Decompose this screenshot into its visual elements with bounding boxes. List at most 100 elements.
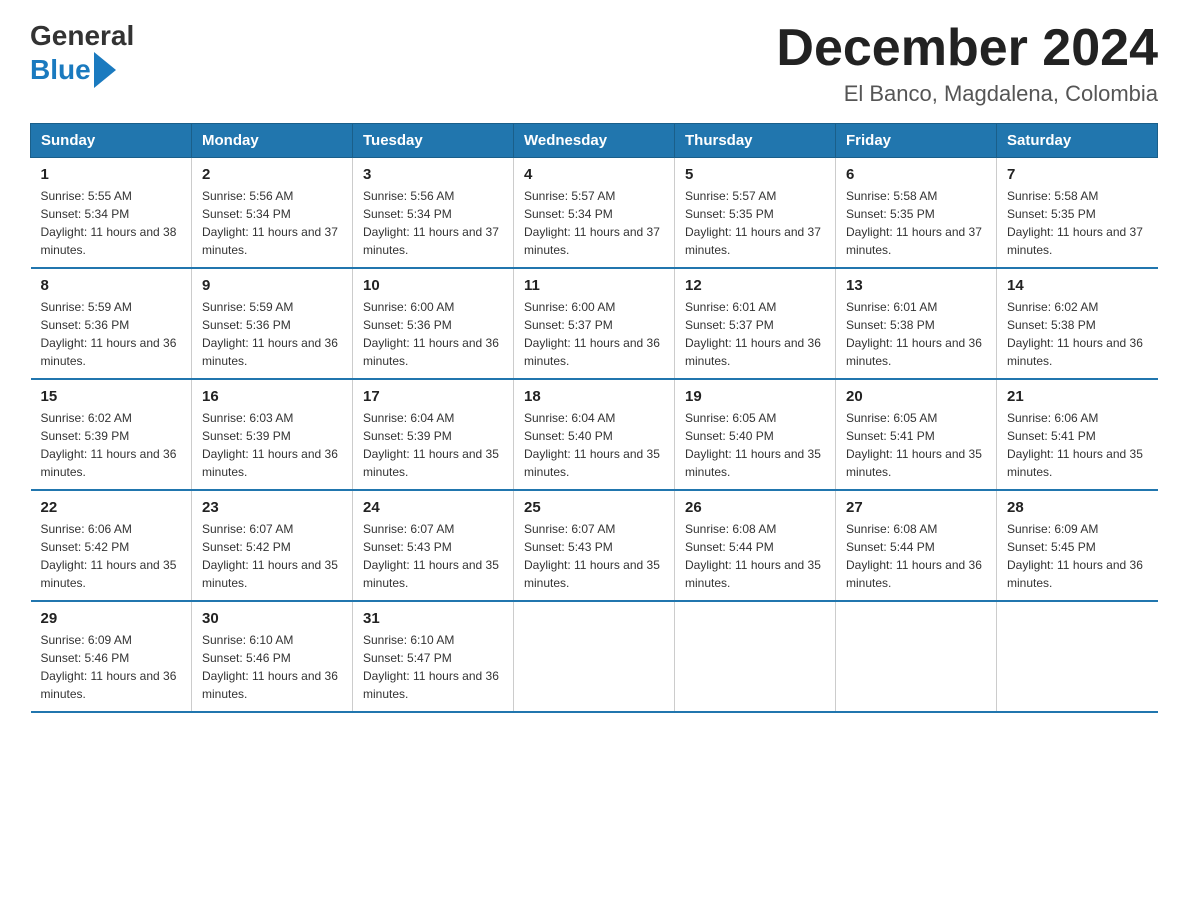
day-info: Sunrise: 6:02 AMSunset: 5:39 PMDaylight:… <box>41 409 182 481</box>
table-row: 9 Sunrise: 5:59 AMSunset: 5:36 PMDayligh… <box>192 268 353 379</box>
day-number: 7 <box>1007 166 1148 183</box>
day-info: Sunrise: 5:58 AMSunset: 5:35 PMDaylight:… <box>1007 187 1148 259</box>
header-thursday: Thursday <box>675 124 836 158</box>
calendar-week-row: 1 Sunrise: 5:55 AMSunset: 5:34 PMDayligh… <box>31 158 1158 269</box>
day-number: 2 <box>202 166 342 183</box>
table-row: 12 Sunrise: 6:01 AMSunset: 5:37 PMDaylig… <box>675 268 836 379</box>
day-info: Sunrise: 6:09 AMSunset: 5:45 PMDaylight:… <box>1007 520 1148 592</box>
day-info: Sunrise: 5:57 AMSunset: 5:35 PMDaylight:… <box>685 187 825 259</box>
day-number: 1 <box>41 166 182 183</box>
table-row: 26 Sunrise: 6:08 AMSunset: 5:44 PMDaylig… <box>675 490 836 601</box>
header-sunday: Sunday <box>31 124 192 158</box>
day-number: 26 <box>685 499 825 516</box>
table-row: 11 Sunrise: 6:00 AMSunset: 5:37 PMDaylig… <box>514 268 675 379</box>
day-info: Sunrise: 6:03 AMSunset: 5:39 PMDaylight:… <box>202 409 342 481</box>
table-row <box>675 601 836 712</box>
table-row: 4 Sunrise: 5:57 AMSunset: 5:34 PMDayligh… <box>514 158 675 269</box>
table-row <box>836 601 997 712</box>
day-info: Sunrise: 6:01 AMSunset: 5:38 PMDaylight:… <box>846 298 986 370</box>
table-row: 22 Sunrise: 6:06 AMSunset: 5:42 PMDaylig… <box>31 490 192 601</box>
day-info: Sunrise: 5:59 AMSunset: 5:36 PMDaylight:… <box>41 298 182 370</box>
day-info: Sunrise: 6:04 AMSunset: 5:39 PMDaylight:… <box>363 409 503 481</box>
day-number: 16 <box>202 388 342 405</box>
day-info: Sunrise: 6:07 AMSunset: 5:43 PMDaylight:… <box>363 520 503 592</box>
day-number: 20 <box>846 388 986 405</box>
day-number: 5 <box>685 166 825 183</box>
day-number: 14 <box>1007 277 1148 294</box>
table-row: 19 Sunrise: 6:05 AMSunset: 5:40 PMDaylig… <box>675 379 836 490</box>
logo-triangle-icon <box>94 52 116 88</box>
day-info: Sunrise: 6:02 AMSunset: 5:38 PMDaylight:… <box>1007 298 1148 370</box>
day-info: Sunrise: 6:08 AMSunset: 5:44 PMDaylight:… <box>685 520 825 592</box>
table-row <box>514 601 675 712</box>
table-row: 14 Sunrise: 6:02 AMSunset: 5:38 PMDaylig… <box>997 268 1158 379</box>
table-row: 23 Sunrise: 6:07 AMSunset: 5:42 PMDaylig… <box>192 490 353 601</box>
location-title: El Banco, Magdalena, Colombia <box>776 81 1158 107</box>
table-row: 29 Sunrise: 6:09 AMSunset: 5:46 PMDaylig… <box>31 601 192 712</box>
table-row: 24 Sunrise: 6:07 AMSunset: 5:43 PMDaylig… <box>353 490 514 601</box>
table-row: 28 Sunrise: 6:09 AMSunset: 5:45 PMDaylig… <box>997 490 1158 601</box>
calendar-table: Sunday Monday Tuesday Wednesday Thursday… <box>30 123 1158 713</box>
day-number: 28 <box>1007 499 1148 516</box>
calendar-week-row: 29 Sunrise: 6:09 AMSunset: 5:46 PMDaylig… <box>31 601 1158 712</box>
day-info: Sunrise: 6:10 AMSunset: 5:47 PMDaylight:… <box>363 631 503 703</box>
day-number: 22 <box>41 499 182 516</box>
day-number: 10 <box>363 277 503 294</box>
day-info: Sunrise: 6:00 AMSunset: 5:37 PMDaylight:… <box>524 298 664 370</box>
table-row: 6 Sunrise: 5:58 AMSunset: 5:35 PMDayligh… <box>836 158 997 269</box>
day-number: 3 <box>363 166 503 183</box>
day-info: Sunrise: 6:08 AMSunset: 5:44 PMDaylight:… <box>846 520 986 592</box>
table-row: 15 Sunrise: 6:02 AMSunset: 5:39 PMDaylig… <box>31 379 192 490</box>
day-number: 18 <box>524 388 664 405</box>
day-number: 27 <box>846 499 986 516</box>
table-row: 1 Sunrise: 5:55 AMSunset: 5:34 PMDayligh… <box>31 158 192 269</box>
logo-general-text: General <box>30 20 134 52</box>
day-info: Sunrise: 6:09 AMSunset: 5:46 PMDaylight:… <box>41 631 182 703</box>
day-number: 21 <box>1007 388 1148 405</box>
day-info: Sunrise: 5:57 AMSunset: 5:34 PMDaylight:… <box>524 187 664 259</box>
month-title: December 2024 <box>776 20 1158 77</box>
day-number: 9 <box>202 277 342 294</box>
day-number: 17 <box>363 388 503 405</box>
day-number: 8 <box>41 277 182 294</box>
day-info: Sunrise: 5:56 AMSunset: 5:34 PMDaylight:… <box>202 187 342 259</box>
table-row: 5 Sunrise: 5:57 AMSunset: 5:35 PMDayligh… <box>675 158 836 269</box>
day-info: Sunrise: 6:07 AMSunset: 5:43 PMDaylight:… <box>524 520 664 592</box>
calendar-week-row: 22 Sunrise: 6:06 AMSunset: 5:42 PMDaylig… <box>31 490 1158 601</box>
day-info: Sunrise: 5:59 AMSunset: 5:36 PMDaylight:… <box>202 298 342 370</box>
table-row: 16 Sunrise: 6:03 AMSunset: 5:39 PMDaylig… <box>192 379 353 490</box>
header-saturday: Saturday <box>997 124 1158 158</box>
day-number: 24 <box>363 499 503 516</box>
day-info: Sunrise: 6:10 AMSunset: 5:46 PMDaylight:… <box>202 631 342 703</box>
table-row: 25 Sunrise: 6:07 AMSunset: 5:43 PMDaylig… <box>514 490 675 601</box>
page-header: General Blue December 2024 El Banco, Mag… <box>30 20 1158 107</box>
day-info: Sunrise: 5:56 AMSunset: 5:34 PMDaylight:… <box>363 187 503 259</box>
table-row: 30 Sunrise: 6:10 AMSunset: 5:46 PMDaylig… <box>192 601 353 712</box>
table-row: 8 Sunrise: 5:59 AMSunset: 5:36 PMDayligh… <box>31 268 192 379</box>
day-info: Sunrise: 6:04 AMSunset: 5:40 PMDaylight:… <box>524 409 664 481</box>
table-row: 10 Sunrise: 6:00 AMSunset: 5:36 PMDaylig… <box>353 268 514 379</box>
day-number: 23 <box>202 499 342 516</box>
table-row: 20 Sunrise: 6:05 AMSunset: 5:41 PMDaylig… <box>836 379 997 490</box>
day-info: Sunrise: 6:06 AMSunset: 5:42 PMDaylight:… <box>41 520 182 592</box>
day-info: Sunrise: 6:06 AMSunset: 5:41 PMDaylight:… <box>1007 409 1148 481</box>
logo-blue-text: Blue <box>30 54 91 86</box>
table-row: 18 Sunrise: 6:04 AMSunset: 5:40 PMDaylig… <box>514 379 675 490</box>
calendar-week-row: 15 Sunrise: 6:02 AMSunset: 5:39 PMDaylig… <box>31 379 1158 490</box>
title-area: December 2024 El Banco, Magdalena, Colom… <box>776 20 1158 107</box>
header-monday: Monday <box>192 124 353 158</box>
day-info: Sunrise: 6:01 AMSunset: 5:37 PMDaylight:… <box>685 298 825 370</box>
table-row: 27 Sunrise: 6:08 AMSunset: 5:44 PMDaylig… <box>836 490 997 601</box>
header-wednesday: Wednesday <box>514 124 675 158</box>
table-row: 21 Sunrise: 6:06 AMSunset: 5:41 PMDaylig… <box>997 379 1158 490</box>
day-info: Sunrise: 5:55 AMSunset: 5:34 PMDaylight:… <box>41 187 182 259</box>
day-number: 12 <box>685 277 825 294</box>
day-number: 30 <box>202 610 342 627</box>
day-number: 6 <box>846 166 986 183</box>
day-info: Sunrise: 6:00 AMSunset: 5:36 PMDaylight:… <box>363 298 503 370</box>
table-row: 3 Sunrise: 5:56 AMSunset: 5:34 PMDayligh… <box>353 158 514 269</box>
logo: General Blue <box>30 20 134 88</box>
calendar-week-row: 8 Sunrise: 5:59 AMSunset: 5:36 PMDayligh… <box>31 268 1158 379</box>
table-row: 2 Sunrise: 5:56 AMSunset: 5:34 PMDayligh… <box>192 158 353 269</box>
table-row: 13 Sunrise: 6:01 AMSunset: 5:38 PMDaylig… <box>836 268 997 379</box>
